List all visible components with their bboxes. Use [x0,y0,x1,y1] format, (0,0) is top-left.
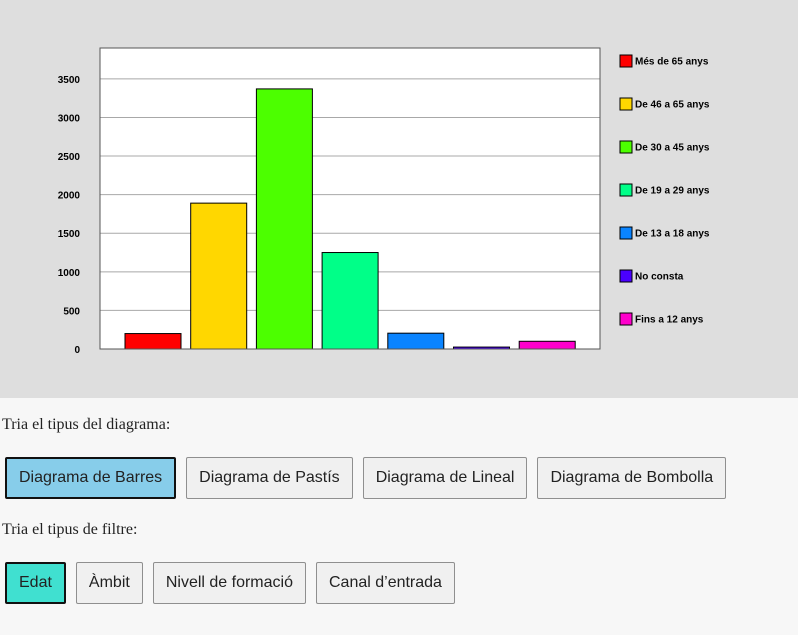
bar-5 [387,332,445,350]
bar-7 [518,340,576,350]
legend-swatch [619,183,633,197]
scope-filter-button[interactable]: Àmbit [75,562,143,604]
y-tick-label: 500 [63,306,80,317]
bar-4 [321,252,379,350]
legend-swatch [619,226,633,240]
bar-chart: 0 500 1000 1500 2000 2500 3000 3500 Més de 65 an… [58,47,710,356]
bar-2 [190,202,248,350]
y-tick-label: 1500 [58,229,81,240]
pie-diagram-button[interactable]: Diagrama de Pastís [186,457,353,499]
filter-type-label: Tria el tipus de filtre: [2,521,138,538]
legend-swatch [619,97,633,111]
age-filter-button[interactable]: Edat [5,562,66,604]
y-tick-label: 0 [74,345,80,356]
filter-type-buttons: Edat Àmbit Nivell de formació Canal d’en… [5,562,455,604]
line-diagram-button[interactable]: Diagrama de Lineal [362,457,528,499]
legend-label: Fins a 12 anys [635,315,704,326]
bar-diagram-button[interactable]: Diagrama de Barres [5,457,177,499]
y-tick-label: 1000 [58,268,81,279]
y-tick-label: 3000 [58,113,81,124]
legend-swatch [619,312,633,326]
legend-swatch [619,269,633,283]
chart-panel: 0 500 1000 1500 2000 2500 3000 3500 Més de 65 an… [0,0,798,398]
bar-3 [255,88,313,350]
education-level-filter-button[interactable]: Nivell de formació [152,562,306,604]
legend-label: De 30 a 45 anys [635,143,710,154]
legend-swatch [619,140,633,154]
legend-label: De 46 a 65 anys [635,100,710,111]
diagram-type-label: Tria el tipus del diagrama: [2,416,171,433]
y-tick-label: 2500 [58,152,81,163]
legend-label: No consta [635,272,684,283]
legend-label: De 19 a 29 anys [635,186,710,197]
legend-label: De 13 a 18 anys [635,229,710,240]
entry-channel-filter-button[interactable]: Canal d’entrada [315,562,455,604]
legend-label: Més de 65 anys [635,57,709,68]
y-tick-label: 3500 [58,75,81,86]
legend-swatch [619,54,633,68]
diagram-type-buttons: Diagrama de Barres Diagrama de Pastís Di… [5,457,727,499]
bubble-diagram-button[interactable]: Diagrama de Bombolla [537,457,727,499]
y-tick-label: 2000 [58,191,81,202]
bar-1 [124,333,182,350]
